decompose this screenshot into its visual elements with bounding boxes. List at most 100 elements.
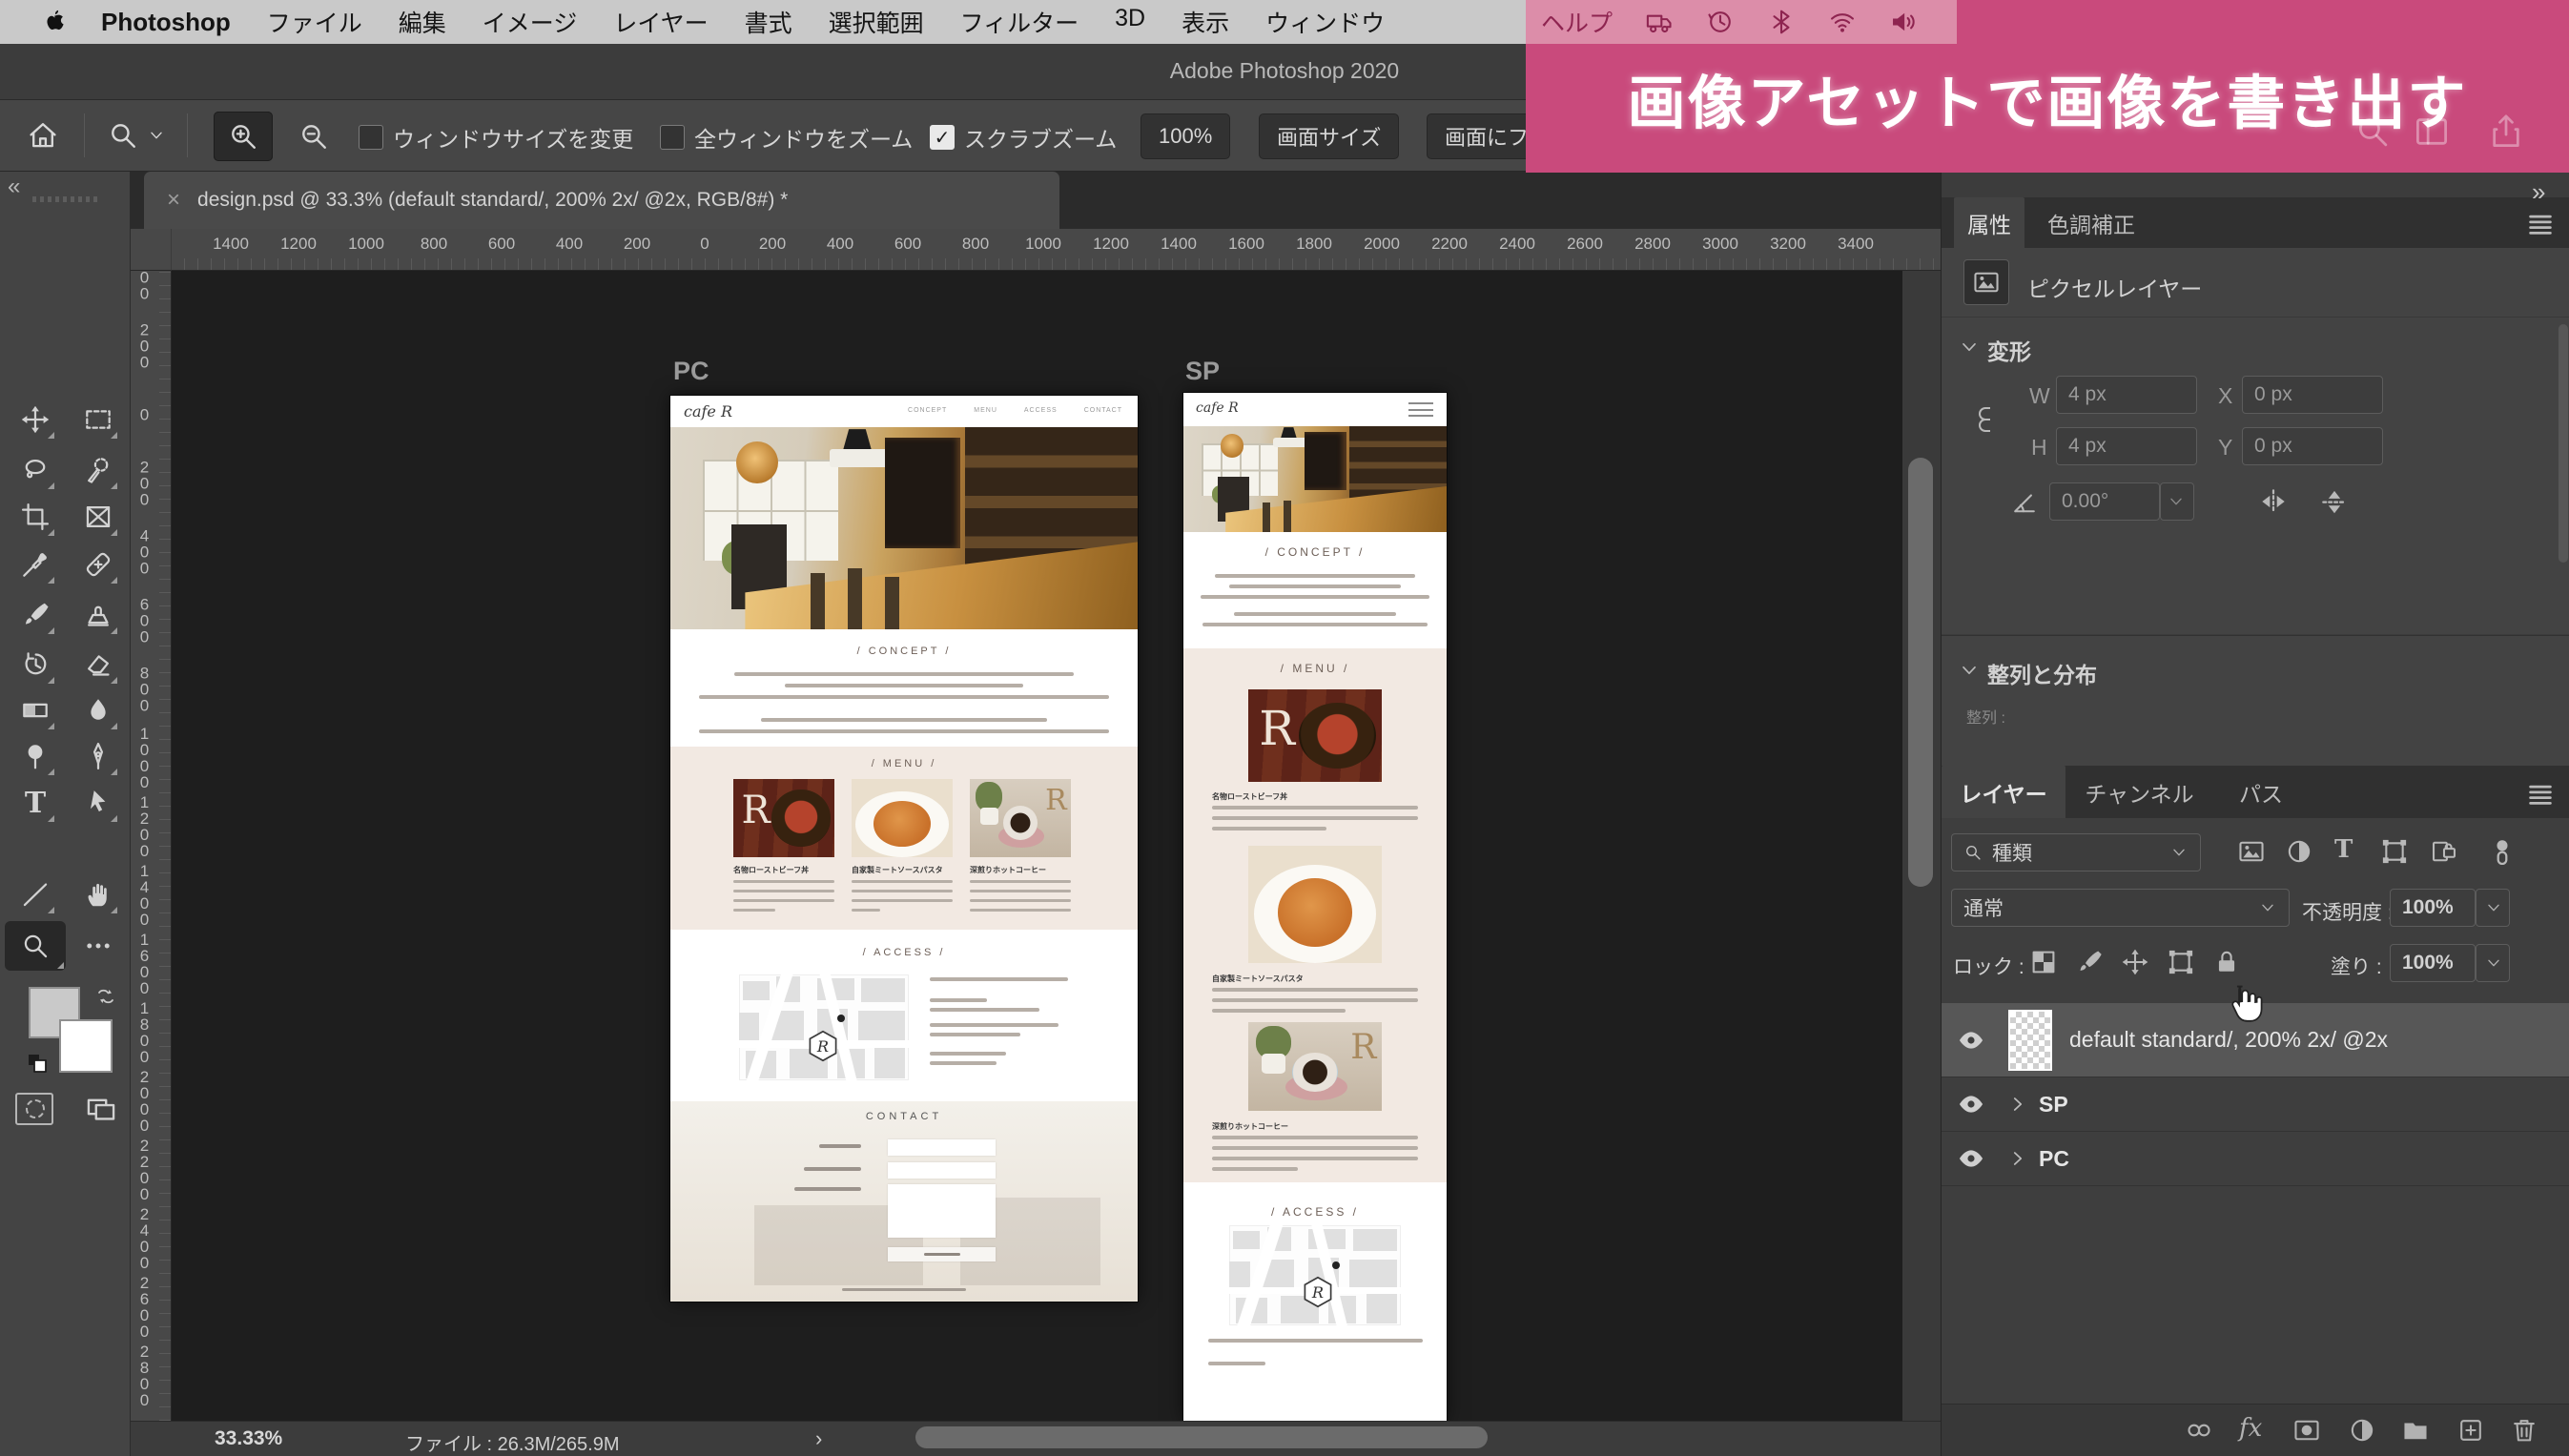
collapse-panels-icon[interactable]: » xyxy=(2532,177,2545,207)
zoom-all-windows-checkbox[interactable]: 全ウィンドウをズーム xyxy=(660,121,913,154)
tab-properties[interactable]: 属性 xyxy=(1954,197,2024,248)
panel-menu-icon[interactable] xyxy=(2526,209,2555,237)
pen-tool[interactable] xyxy=(77,735,119,777)
layer-visibility-icon[interactable] xyxy=(1957,1026,1985,1055)
layer-name[interactable]: SP xyxy=(2039,1092,2068,1118)
zoom-tool-selected[interactable] xyxy=(5,921,66,971)
fit-screen-button[interactable]: 画面サイズ xyxy=(1259,113,1399,159)
new-group-icon[interactable] xyxy=(2401,1416,2430,1445)
layer-filter-dropdown[interactable]: 種類 xyxy=(1951,833,2201,872)
chevron-down-icon[interactable] xyxy=(1958,659,1981,682)
expand-group-icon[interactable] xyxy=(2006,1093,2029,1116)
x-field[interactable]: 0 px xyxy=(2242,376,2383,414)
line-tool[interactable] xyxy=(14,873,56,915)
quick-mask-button[interactable] xyxy=(15,1093,53,1125)
filter-pixel-layers-icon[interactable] xyxy=(2237,837,2266,866)
stamp-tool[interactable] xyxy=(77,594,119,636)
layer-name[interactable]: default standard/, 200% 2x/ @2x xyxy=(2069,1027,2388,1053)
brush-tool[interactable] xyxy=(14,594,56,636)
ruler-corner[interactable] xyxy=(131,229,172,271)
move-tool[interactable] xyxy=(14,399,56,441)
tab-adjustments[interactable]: 色調補正 xyxy=(2024,197,2158,248)
angle-dropdown[interactable] xyxy=(2160,482,2194,521)
filter-shape-layers-icon[interactable] xyxy=(2380,837,2409,866)
zoom-100-button[interactable]: 100% xyxy=(1141,113,1230,159)
zoom-in-button[interactable] xyxy=(214,112,273,161)
fill-dropdown[interactable] xyxy=(2476,944,2510,982)
horizontal-scrollbar-thumb[interactable] xyxy=(915,1426,1488,1448)
artboard-label-pc[interactable]: PC xyxy=(673,357,709,386)
chevron-down-icon[interactable] xyxy=(147,119,166,152)
menu-item[interactable]: 3D xyxy=(1115,5,1145,39)
marquee-tool[interactable] xyxy=(77,399,119,441)
delete-layer-icon[interactable] xyxy=(2510,1416,2538,1445)
blend-mode-dropdown[interactable]: 通常 xyxy=(1951,889,2290,927)
eraser-tool[interactable] xyxy=(77,644,119,686)
resize-windows-checkbox[interactable]: ウィンドウサイズを変更 xyxy=(359,121,633,154)
pathselect-tool[interactable] xyxy=(77,782,119,824)
new-adjustment-layer-icon[interactable] xyxy=(2348,1416,2376,1445)
background-color-swatch[interactable] xyxy=(59,1019,113,1073)
vertical-scrollbar-thumb[interactable] xyxy=(1908,458,1933,887)
tab-layers[interactable]: レイヤー xyxy=(1942,766,2065,818)
menu-item[interactable]: 書式 xyxy=(745,5,792,39)
status-chevron-icon[interactable]: › xyxy=(815,1426,822,1451)
menu-item[interactable]: フィルター xyxy=(960,5,1079,39)
menu-item[interactable]: イメージ xyxy=(483,5,578,39)
layer-thumbnail[interactable] xyxy=(2008,1010,2052,1071)
crop-tool[interactable] xyxy=(14,496,56,538)
gradient-tool[interactable] xyxy=(14,689,56,731)
dodge-tool[interactable] xyxy=(14,735,56,777)
lock-transparency-icon[interactable] xyxy=(2029,948,2058,976)
layer-visibility-icon[interactable] xyxy=(1957,1090,1985,1118)
flip-vertical-icon[interactable] xyxy=(2319,486,2350,517)
lock-artboard-icon[interactable] xyxy=(2167,948,2195,976)
type-tool[interactable]: T xyxy=(14,782,56,824)
menu-item[interactable]: ファイル xyxy=(267,5,362,39)
screen-mode-icon[interactable] xyxy=(80,1093,122,1125)
frame-tool[interactable] xyxy=(77,496,119,538)
scrubby-zoom-checkbox[interactable]: ✓ スクラブズーム xyxy=(930,121,1117,154)
artboard-label-sp[interactable]: SP xyxy=(1185,357,1220,386)
tab-channels[interactable]: チャンネル xyxy=(2065,766,2213,818)
canvas[interactable]: PC cafe R CONCEPTMENUACCESSCONTACT / CON… xyxy=(172,271,1902,1421)
lasso-tool[interactable] xyxy=(14,449,56,491)
fill-value[interactable]: 100% xyxy=(2390,944,2476,982)
eyedropper-tool[interactable] xyxy=(14,543,56,585)
swap-colors-icon[interactable] xyxy=(93,984,118,1009)
menu-item[interactable]: 編集 xyxy=(399,5,446,39)
filter-type-layers-icon[interactable]: T xyxy=(2334,835,2353,864)
historybrush-tool[interactable] xyxy=(14,644,56,686)
layer-style-icon[interactable]: fx xyxy=(2239,1414,2262,1443)
home-icon[interactable] xyxy=(27,119,59,152)
layer-group-row[interactable]: PC xyxy=(1942,1132,2569,1186)
document-tab[interactable]: × design.psd @ 33.3% (default standard/,… xyxy=(144,172,1059,229)
quickselect-tool[interactable] xyxy=(77,449,119,491)
panel-menu-icon[interactable] xyxy=(2526,779,2555,808)
layer-name[interactable]: PC xyxy=(2039,1146,2069,1172)
width-field[interactable]: 4 px xyxy=(2056,376,2197,414)
new-layer-icon[interactable] xyxy=(2456,1416,2485,1445)
vertical-scrollbar[interactable] xyxy=(1902,271,1941,1421)
height-field[interactable]: 4 px xyxy=(2056,427,2197,465)
flip-horizontal-icon[interactable] xyxy=(2258,486,2289,517)
menu-item[interactable]: 選択範囲 xyxy=(829,5,924,39)
artboard-pc[interactable]: cafe R CONCEPTMENUACCESSCONTACT / CONCEP… xyxy=(670,396,1138,1302)
filter-smart-objects-icon[interactable] xyxy=(2430,837,2458,866)
lock-position-icon[interactable] xyxy=(2121,948,2149,976)
opacity-value[interactable]: 100% xyxy=(2390,889,2476,927)
angle-field[interactable]: 0.00° xyxy=(2049,482,2160,521)
artboard-sp[interactable]: cafe R / CONCEPT / / MENU / R 名物ローストビーフ丼 xyxy=(1183,393,1447,1421)
y-field[interactable]: 0 px xyxy=(2242,427,2383,465)
menu-item-help[interactable]: ヘルプ xyxy=(1541,5,1613,39)
toolbar-grip[interactable] xyxy=(32,196,99,202)
add-mask-icon[interactable] xyxy=(2292,1416,2321,1445)
close-tab-icon[interactable]: × xyxy=(167,187,180,214)
collapse-toolbar-icon[interactable]: « xyxy=(8,174,20,200)
blur-tool[interactable] xyxy=(77,689,119,731)
layer-visibility-icon[interactable] xyxy=(1957,1144,1985,1173)
edit-toolbar-button[interactable] xyxy=(77,925,119,967)
menu-item-photoshop[interactable]: Photoshop xyxy=(101,8,231,37)
link-dimensions-icon[interactable] xyxy=(1976,391,2001,448)
menu-item[interactable]: レイヤー xyxy=(613,5,708,39)
